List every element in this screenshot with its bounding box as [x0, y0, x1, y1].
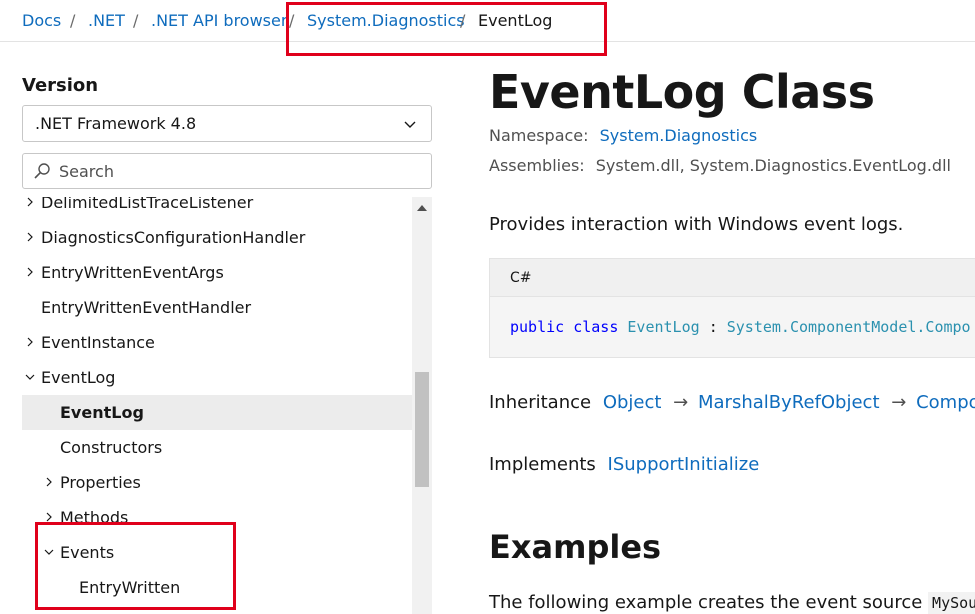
version-select[interactable]: .NET Framework 4.8 [22, 105, 432, 142]
inheritance-link-object[interactable]: Object [603, 392, 662, 413]
implements-row: Implements ISupportInitialize [489, 454, 759, 476]
code-keyword: public [510, 318, 565, 336]
toc-item-label: EventInstance [41, 333, 155, 352]
breadcrumb-separator: / [70, 11, 76, 30]
code-base-type: System.ComponentModel.Compo [726, 318, 971, 336]
chevron-right-icon [46, 477, 52, 487]
toc-item-diagnosticsconfigurationhandler[interactable]: DiagnosticsConfigurationHandler [22, 220, 412, 255]
examples-heading: Examples [489, 528, 662, 566]
search-icon [34, 163, 50, 179]
toc-item-eventlog-group[interactable]: EventLog [22, 360, 412, 395]
toc-tree: DelimitedListTraceListener DiagnosticsCo… [22, 197, 412, 614]
toc-item-events[interactable]: Events [22, 535, 412, 570]
scroll-up-arrow-icon[interactable] [416, 203, 428, 213]
toc-item-label: DiagnosticsConfigurationHandler [41, 228, 306, 247]
code-language: C# [510, 270, 532, 286]
inline-code: MySource [928, 592, 975, 614]
toc-item-label: EventLog [41, 368, 116, 387]
code-keyword: class [573, 318, 619, 336]
toc-item-eventlog-overview[interactable]: EventLog [22, 395, 412, 430]
breadcrumb: Docs / .NET / .NET API browser / System.… [0, 0, 975, 42]
breadcrumb-separator: / [133, 11, 139, 30]
code-class-name: EventLog [627, 318, 700, 336]
toc-item-delimitedlisttracelistener[interactable]: DelimitedListTraceListener [22, 197, 412, 220]
toc-item-entrywritteneventargs[interactable]: EntryWrittenEventArgs [22, 255, 412, 290]
summary-text: Provides interaction with Windows event … [489, 214, 904, 235]
toc-item-label: EntryWrittenEventArgs [41, 263, 224, 282]
assemblies-value: System.dll, System.Diagnostics.EventLog.… [595, 156, 951, 175]
breadcrumb-current: EventLog [478, 11, 553, 30]
chevron-down-icon [25, 374, 35, 380]
toc-item-label: EventLog [60, 403, 144, 422]
inheritance-row: Inheritance Object → MarshalByRefObject … [489, 392, 975, 414]
breadcrumb-docs[interactable]: Docs [22, 11, 61, 31]
toc-item-entrywritten[interactable]: EntryWritten [22, 570, 412, 605]
implements-link[interactable]: ISupportInitialize [608, 454, 760, 475]
sidebar-scrollbar[interactable] [412, 197, 432, 614]
toc-item-label: EntryWritten [79, 578, 181, 597]
breadcrumb-separator: / [460, 11, 466, 30]
scrollbar-thumb[interactable] [415, 372, 429, 487]
chevron-right-icon [46, 512, 52, 522]
namespace-row: Namespace: System.Diagnostics [489, 126, 757, 146]
toc-item-label: Constructors [60, 438, 163, 457]
assemblies-label: Assemblies: [489, 156, 585, 175]
chevron-right-icon [27, 267, 33, 277]
breadcrumb-separator: / [289, 11, 295, 30]
version-label: Version [22, 75, 99, 96]
search-input[interactable] [59, 159, 419, 183]
page-title: EventLog Class [489, 65, 875, 119]
chevron-down-icon [44, 549, 54, 555]
code-block: C# public class EventLog : System.Compon… [489, 258, 975, 358]
chevron-right-icon [27, 197, 33, 207]
implements-label: Implements [489, 454, 596, 475]
breadcrumb-dotnet[interactable]: .NET [88, 11, 125, 31]
namespace-link[interactable]: System.Diagnostics [600, 126, 758, 145]
breadcrumb-system-diagnostics[interactable]: System.Diagnostics [307, 11, 465, 31]
breadcrumb-api-browser[interactable]: .NET API browser [151, 11, 287, 31]
arrow-right-icon: → [673, 392, 689, 413]
code-colon: : [708, 318, 718, 336]
chevron-down-icon [404, 121, 416, 128]
inheritance-link-component[interactable]: Componen [916, 392, 975, 413]
inheritance-link-marshalbyrefobject[interactable]: MarshalByRefObject [698, 392, 880, 413]
arrow-right-icon: → [891, 392, 907, 413]
namespace-label: Namespace: [489, 126, 589, 145]
toc-item-label: Properties [60, 473, 141, 492]
inheritance-label: Inheritance [489, 392, 592, 413]
toc-item-properties[interactable]: Properties [22, 465, 412, 500]
toc-item-label: Events [60, 543, 115, 562]
toc-item-constructors[interactable]: Constructors [22, 430, 412, 465]
toc-item-label: EntryWrittenEventHandler [41, 298, 252, 317]
toc-item-entrywritteneventhandler[interactable]: EntryWrittenEventHandler [22, 290, 412, 325]
code-header: C# [490, 259, 975, 297]
toc-item-methods[interactable]: Methods [22, 500, 412, 535]
chevron-right-icon [27, 337, 33, 347]
assemblies-row: Assemblies: System.dll, System.Diagnosti… [489, 156, 951, 176]
toc-item-label: Methods [60, 508, 129, 527]
search-box[interactable] [22, 153, 432, 189]
examples-paragraph: The following example creates the event … [489, 592, 975, 614]
code-line: public class EventLog : System.Component… [510, 318, 971, 336]
toc-item-eventinstance[interactable]: EventInstance [22, 325, 412, 360]
version-select-value: .NET Framework 4.8 [35, 114, 197, 133]
toc-item-label: DelimitedListTraceListener [41, 197, 254, 212]
examples-text: The following example creates the event … [489, 592, 923, 613]
chevron-right-icon [27, 232, 33, 242]
